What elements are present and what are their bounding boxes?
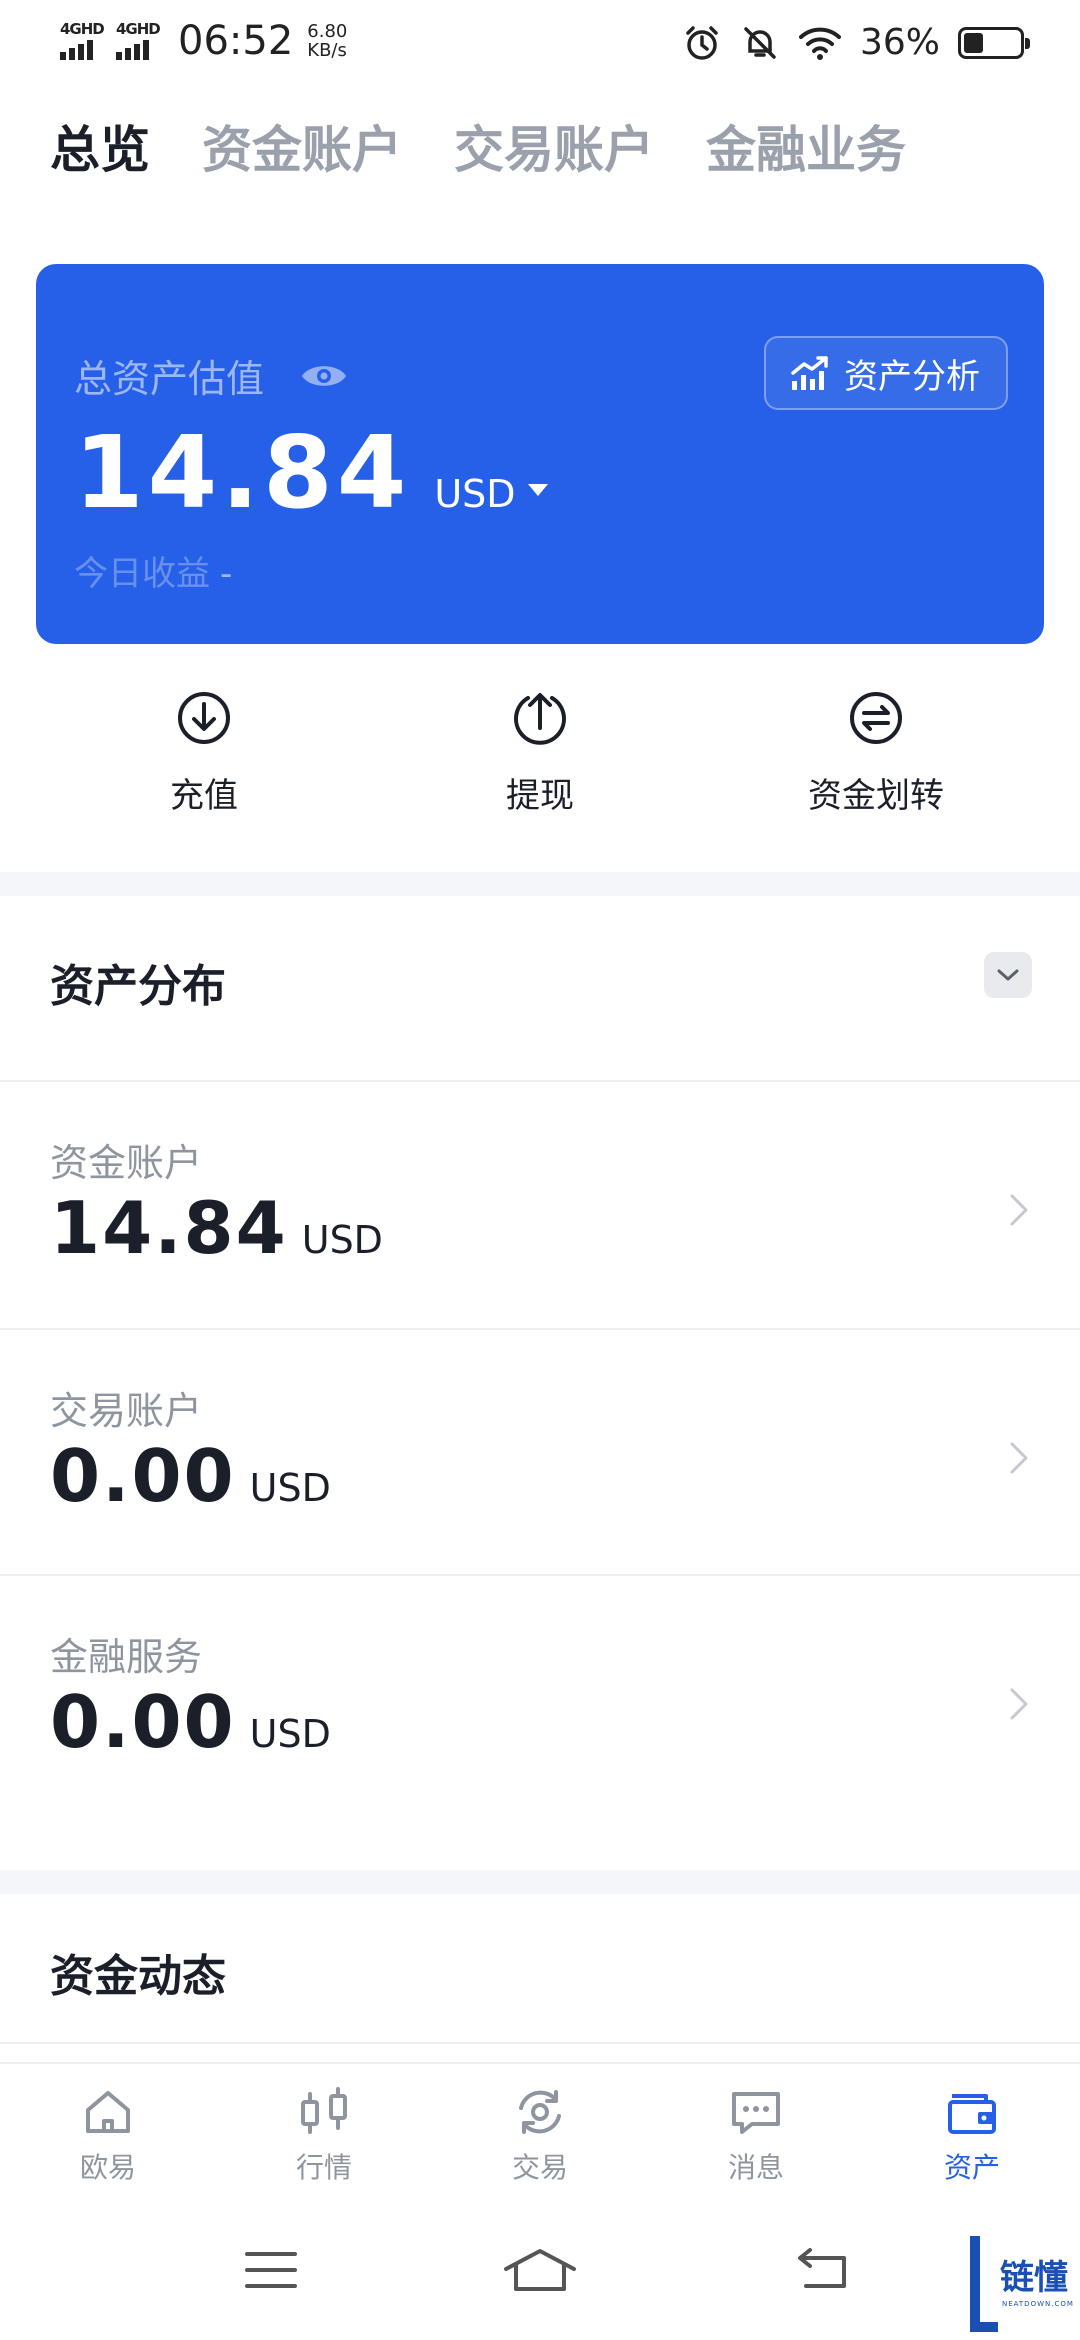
nav-item-okx[interactable]: 欧易 xyxy=(0,2084,216,2186)
signal-icon: 4GHD xyxy=(60,20,108,62)
back-icon xyxy=(798,2248,846,2288)
nav-item-messages[interactable]: 消息 xyxy=(648,2084,864,2186)
account-row-funding[interactable]: 资金账户 14.84 USD xyxy=(0,1082,1080,1328)
network-speed-unit: KB/s xyxy=(307,40,347,61)
deposit-button[interactable]: 充值 xyxy=(84,690,324,817)
trend-chart-icon xyxy=(791,356,828,390)
system-nav-bar xyxy=(0,2212,1080,2340)
section-divider xyxy=(0,1870,1080,1894)
total-assets-row: 14.84 USD xyxy=(74,414,548,531)
transfer-button[interactable]: 资金划转 xyxy=(756,690,996,817)
watermark-mark xyxy=(970,2236,998,2332)
account-name: 金融服务 xyxy=(50,1635,203,1679)
caret-down-icon xyxy=(527,484,548,496)
message-icon xyxy=(732,2092,780,2134)
transfer-label: 资金划转 xyxy=(808,776,944,816)
nav-item-trade[interactable]: 交易 xyxy=(432,2084,648,2186)
nav-label: 欧易 xyxy=(79,2151,136,2184)
clock: 06:52 xyxy=(178,18,294,64)
account-value: 14.84 xyxy=(50,1186,288,1270)
eye-icon[interactable] xyxy=(300,361,348,391)
menu-icon xyxy=(245,2252,297,2288)
total-assets-label-row: 总资产估值 xyxy=(74,348,348,403)
account-row-financial[interactable]: 金融服务 0.00 USD xyxy=(0,1576,1080,1822)
account-unit: USD xyxy=(249,1466,331,1510)
back-button[interactable] xyxy=(782,2240,862,2300)
total-assets-value: 14.84 xyxy=(74,414,411,531)
quick-actions: 充值 提现 资金划转 xyxy=(0,690,1080,850)
currency-selector[interactable]: USD xyxy=(434,472,548,516)
battery-icon xyxy=(958,26,1030,59)
signal-icon: 4GHD xyxy=(116,20,164,62)
deposit-label: 充值 xyxy=(170,776,238,816)
withdraw-icon xyxy=(514,693,566,745)
chevron-right-icon xyxy=(1010,1688,1028,1720)
tab-overview[interactable]: 总览 xyxy=(50,110,150,182)
nav-item-assets[interactable]: 资产 xyxy=(864,2084,1080,2186)
today-earnings: 今日收益 - xyxy=(74,546,232,595)
chevron-right-icon xyxy=(1010,1442,1028,1474)
account-unit: USD xyxy=(301,1218,383,1262)
distribution-toggle-button[interactable] xyxy=(984,952,1032,998)
mute-bell-icon xyxy=(744,26,776,59)
deposit-icon xyxy=(178,692,230,744)
signal-label: 4GHD xyxy=(116,20,161,38)
watermark-text: 链懂 xyxy=(1000,2258,1068,2298)
home-icon xyxy=(86,2091,130,2133)
asset-analysis-button[interactable]: 资产分析 xyxy=(764,336,1008,410)
status-right: 36% xyxy=(682,22,1030,63)
watermark-subtext: NEATDOWN.COM xyxy=(1002,2300,1074,2308)
account-value-row: 14.84 USD xyxy=(50,1186,383,1270)
account-value: 0.00 xyxy=(50,1680,236,1764)
tab-trading-account[interactable]: 交易账户 xyxy=(454,110,654,182)
nav-label: 资产 xyxy=(943,2151,1000,2184)
nav-label: 消息 xyxy=(727,2151,784,2184)
chevron-down-icon xyxy=(997,969,1019,981)
wallet-icon xyxy=(948,2094,996,2134)
account-value: 0.00 xyxy=(50,1434,236,1518)
section-divider xyxy=(0,872,1080,896)
nav-item-market[interactable]: 行情 xyxy=(216,2084,432,2186)
chevron-right-icon xyxy=(1010,1194,1028,1226)
today-earnings-value: - xyxy=(220,554,233,594)
withdraw-button[interactable]: 提现 xyxy=(420,690,660,817)
account-row-trading[interactable]: 交易账户 0.00 USD xyxy=(0,1330,1080,1576)
alarm-icon xyxy=(686,25,718,60)
battery-fill xyxy=(964,32,984,53)
menu-button[interactable] xyxy=(231,2240,311,2300)
status-left: 4GHD 4GHD 06:52 6.80 KB/s xyxy=(60,18,347,64)
withdraw-label: 提现 xyxy=(506,776,574,816)
top-tabs: 总览 资金账户 交易账户 金融业务 xyxy=(50,110,906,182)
signal-label: 4GHD xyxy=(60,20,105,38)
home-outline-icon xyxy=(504,2249,576,2291)
bottom-nav: 欧易 行情 交易 消息 资产 xyxy=(0,2062,1080,2212)
account-value-row: 0.00 USD xyxy=(50,1434,331,1518)
today-earnings-label: 今日收益 xyxy=(74,554,210,594)
status-bar: 4GHD 4GHD 06:52 6.80 KB/s 36% xyxy=(0,0,1080,84)
trade-icon xyxy=(519,2090,561,2134)
account-name: 资金账户 xyxy=(50,1141,203,1185)
asset-distribution-title: 资产分布 xyxy=(50,961,226,1012)
nav-label: 行情 xyxy=(295,2151,352,2184)
network-speed-value: 6.80 xyxy=(307,21,348,42)
total-assets-label: 总资产估值 xyxy=(74,357,265,401)
home-button[interactable] xyxy=(500,2240,580,2300)
watermark-logo: 链懂 NEATDOWN.COM xyxy=(962,2230,1080,2340)
transfer-icon xyxy=(850,692,902,744)
network-speed: 6.80 KB/s xyxy=(307,22,347,60)
account-value-row: 0.00 USD xyxy=(50,1680,331,1764)
battery-percent: 36% xyxy=(859,22,940,63)
account-name: 交易账户 xyxy=(50,1389,203,1433)
tab-funding-account[interactable]: 资金账户 xyxy=(202,110,402,182)
wifi-icon xyxy=(798,27,841,60)
row-divider xyxy=(0,2042,1080,2044)
fund-flow-title: 资金动态 xyxy=(50,1951,226,2002)
tab-financial-business[interactable]: 金融业务 xyxy=(706,110,906,182)
currency-label: USD xyxy=(434,472,516,516)
account-unit: USD xyxy=(249,1712,331,1756)
candlestick-icon xyxy=(301,2087,347,2134)
asset-analysis-label: 资产分析 xyxy=(844,356,980,397)
total-assets-card: 总资产估值 资产分析 14.84 USD 今日收益 - xyxy=(36,264,1044,644)
nav-label: 交易 xyxy=(511,2151,568,2184)
